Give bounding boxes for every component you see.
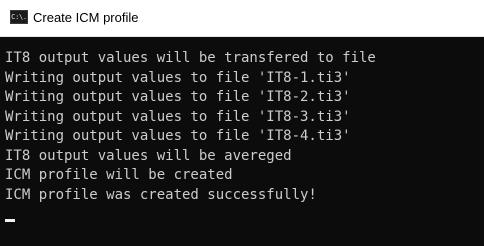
- console-line: Writing output values to file 'IT8-4.ti3…: [5, 128, 351, 144]
- window-title: Create ICM profile: [33, 10, 139, 25]
- console-window: C:\. Create ICM profile IT8 output value…: [0, 0, 484, 246]
- console-line: Writing output values to file 'IT8-3.ti3…: [5, 108, 351, 125]
- console-line: Writing output values to file 'IT8-1.ti3…: [5, 69, 351, 86]
- text-cursor: [5, 219, 15, 222]
- console-line: ICM profile will be created: [5, 167, 233, 183]
- console-line: IT8 output values will be transfered to …: [5, 50, 376, 66]
- console-line: IT8 output values will be avereged: [5, 147, 292, 164]
- console-output[interactable]: IT8 output values will be transfered to …: [0, 37, 484, 246]
- console-line: ICM profile was created successfully!: [5, 186, 317, 203]
- cmd-icon: C:\.: [10, 10, 28, 24]
- title-bar[interactable]: C:\. Create ICM profile: [0, 0, 484, 37]
- console-line: Writing output values to file 'IT8-2.ti3…: [5, 89, 351, 105]
